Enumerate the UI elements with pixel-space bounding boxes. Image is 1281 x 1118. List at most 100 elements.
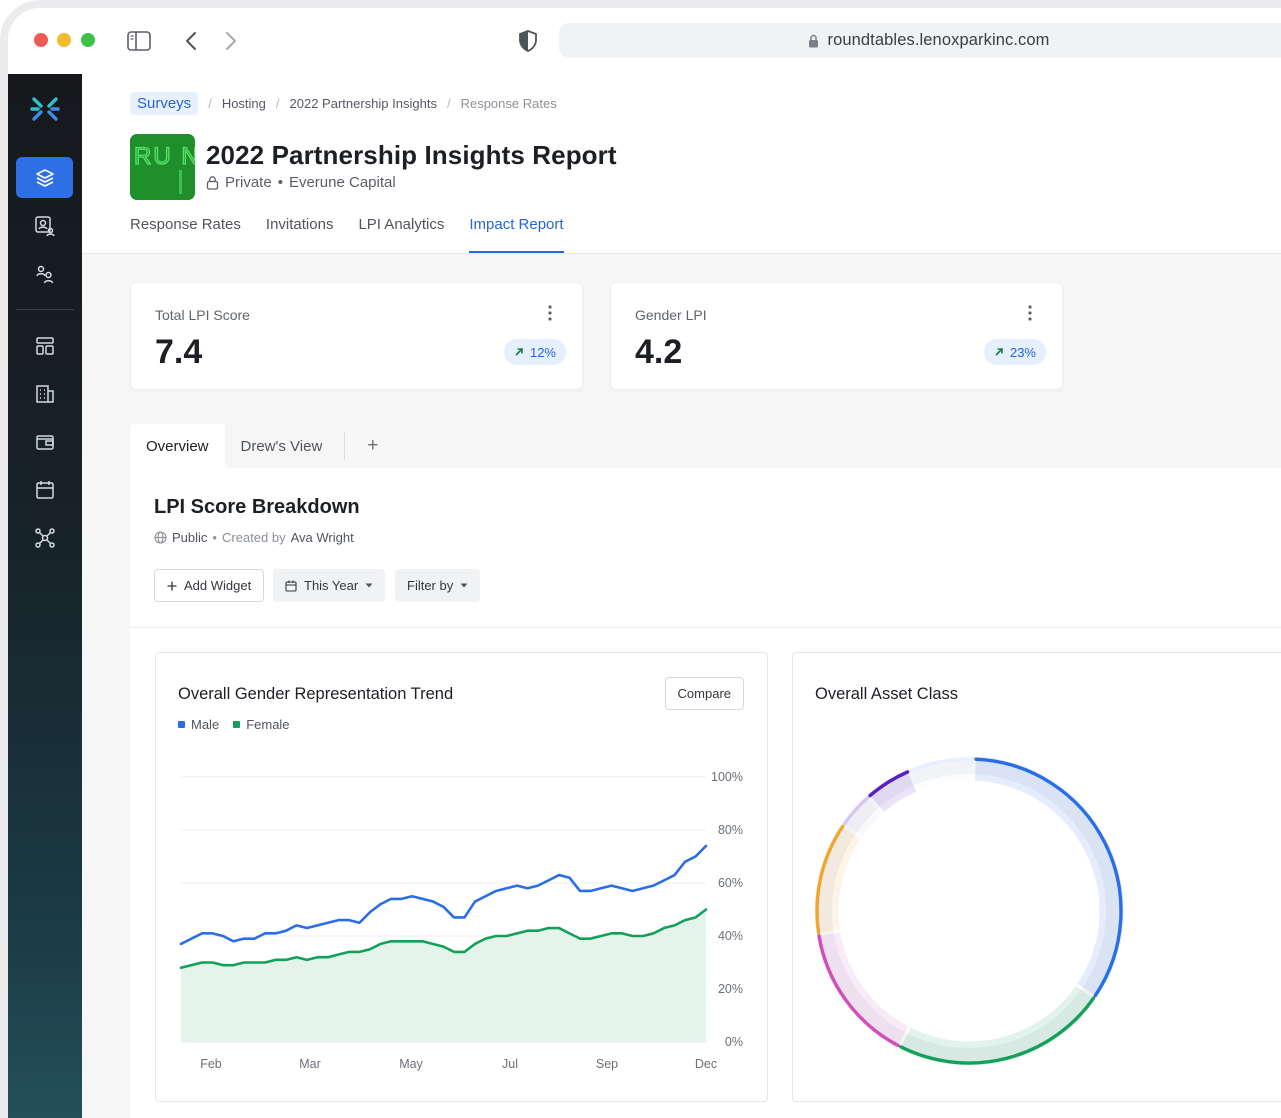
caret-down-icon (460, 583, 468, 588)
network-icon (34, 527, 55, 548)
tab-drews-view[interactable]: Drew's View (225, 424, 339, 468)
kpi-card-total-lpi: Total LPI Score 7.4 12% (130, 282, 583, 390)
dashboard-meta: Public • Created by Ava Wright (154, 530, 354, 545)
sidebar-divider (16, 309, 74, 310)
contact-card-icon (34, 215, 55, 236)
maximize-window-button[interactable] (81, 33, 95, 47)
breadcrumb-partnership-insights[interactable]: 2022 Partnership Insights (290, 96, 437, 111)
y-tick-label: 60% (718, 876, 743, 890)
calendar-icon (285, 580, 297, 592)
sidebar-item-dashboard[interactable] (16, 325, 73, 366)
report-tabs: Response Rates Invitations LPI Analytics… (130, 216, 564, 253)
minimize-window-button[interactable] (57, 33, 71, 47)
shield-icon[interactable] (515, 28, 541, 54)
date-filter-dropdown[interactable]: This Year (273, 569, 386, 602)
sidebar-item-network[interactable] (16, 517, 73, 558)
kpi-value: 4.2 (635, 333, 683, 371)
gender-trend-chart: 0% 20% 40% 60% 80% 100% Feb Mar May Jul Sep Dec (179, 770, 743, 1071)
breadcrumb-hosting[interactable]: Hosting (222, 96, 266, 111)
sidebar-item-layers[interactable] (16, 157, 73, 198)
meta-dot: • (212, 530, 217, 545)
report-logo-text: RU NE (134, 143, 195, 170)
kpi-label: Total LPI Score (155, 307, 250, 323)
main-content: Surveys / Hosting / 2022 Partnership Ins… (82, 74, 1281, 1118)
arrow-up-right-icon (995, 348, 1003, 356)
breadcrumb: Surveys / Hosting / 2022 Partnership Ins… (130, 92, 557, 115)
y-tick-label: 80% (718, 823, 743, 837)
y-tick-label: 20% (718, 982, 743, 996)
female-area (181, 909, 706, 1042)
sidebar-item-wallet[interactable] (16, 421, 73, 462)
layers-icon (35, 168, 54, 187)
y-tick-label: 0% (725, 1035, 743, 1049)
dashboard-header: LPI Score Breakdown Public • Created by … (130, 468, 1281, 628)
layout-icon (35, 336, 54, 355)
plus-icon (167, 581, 177, 590)
calendar-icon (35, 480, 54, 499)
owner-label: Everune Capital (288, 174, 396, 191)
sidebar-item-contacts[interactable] (16, 205, 73, 246)
report-subtitle: Private • Everune Capital (206, 174, 396, 191)
x-tick-label: Mar (299, 1057, 321, 1071)
y-tick-label: 100% (711, 770, 743, 784)
globe-icon (154, 531, 167, 544)
add-widget-button[interactable]: Add Widget (154, 569, 265, 602)
more-vertical-icon[interactable] (1028, 305, 1032, 326)
tab-invitations[interactable]: Invitations (266, 216, 334, 250)
breadcrumb-separator: / (446, 96, 451, 111)
change-badge: 23% (983, 339, 1046, 365)
forward-arrow-icon[interactable] (218, 28, 244, 54)
filter-by-dropdown[interactable]: Filter by (395, 569, 481, 602)
x-tick-label: Jul (502, 1057, 518, 1071)
donut-slice-band (974, 756, 1124, 997)
donut-slice-band (868, 769, 917, 813)
x-tick-label: Feb (200, 1057, 222, 1071)
sidebar-item-companies[interactable] (16, 373, 73, 414)
add-view-button[interactable]: + (351, 424, 394, 468)
browser-window: roundtables.lenoxparkinc.com Surveys / H… (0, 0, 1281, 1118)
dashboard-visibility: Public (172, 530, 208, 545)
tab-impact-report[interactable]: Impact Report (469, 216, 564, 253)
change-value: 12% (529, 344, 556, 360)
report-header: Surveys / Hosting / 2022 Partnership Ins… (82, 74, 1281, 254)
building-icon (35, 384, 54, 403)
address-bar[interactable]: roundtables.lenoxparkinc.com (559, 23, 1281, 58)
app-logo-icon[interactable] (16, 88, 73, 129)
page-title: 2022 Partnership Insights Report (206, 140, 617, 170)
author-name: Ava Wright (290, 530, 354, 545)
caret-down-icon (365, 583, 373, 588)
wallet-icon (35, 434, 54, 450)
close-window-button[interactable] (34, 33, 48, 47)
back-arrow-icon[interactable] (178, 28, 204, 54)
created-by-prefix: Created by (221, 530, 286, 545)
lock-icon (809, 34, 819, 47)
tab-lpi-analytics[interactable]: LPI Analytics (358, 216, 444, 250)
arrow-up-right-icon (515, 348, 523, 356)
app-sidebar (8, 74, 82, 1118)
breadcrumb-separator: / (208, 96, 212, 111)
meta-dot: • (277, 174, 283, 191)
asset-class-card: Overall Asset Class (792, 652, 1281, 1102)
dashboard-view-tabs: Overview Drew's View + (130, 424, 394, 468)
sidebar-item-calendar[interactable] (16, 469, 73, 510)
donut-slice-band (909, 756, 973, 791)
y-tick-label: 40% (718, 929, 743, 943)
change-badge: 12% (503, 339, 566, 365)
gender-trend-card: Overall Gender Representation Trend Comp… (155, 652, 768, 1102)
x-tick-label: Dec (695, 1057, 717, 1071)
filter-by-label: Filter by (407, 578, 454, 593)
sidebar-toggle-icon[interactable] (126, 28, 152, 54)
dashboard-title: LPI Score Breakdown (154, 496, 360, 518)
tab-response-rates[interactable]: Response Rates (130, 216, 241, 250)
sidebar-item-users[interactable] (16, 253, 73, 294)
x-tick-label: Sep (596, 1057, 618, 1071)
asset-class-donut-chart (814, 756, 1124, 1066)
more-vertical-icon[interactable] (548, 305, 552, 326)
breadcrumb-surveys[interactable]: Surveys (130, 92, 199, 115)
change-value: 23% (1009, 344, 1036, 360)
kpi-value: 7.4 (155, 333, 203, 371)
breadcrumb-separator: / (275, 96, 280, 111)
tab-overview[interactable]: Overview (130, 424, 225, 468)
lock-icon (206, 176, 219, 190)
breadcrumb-response-rates: Response Rates (460, 96, 557, 111)
